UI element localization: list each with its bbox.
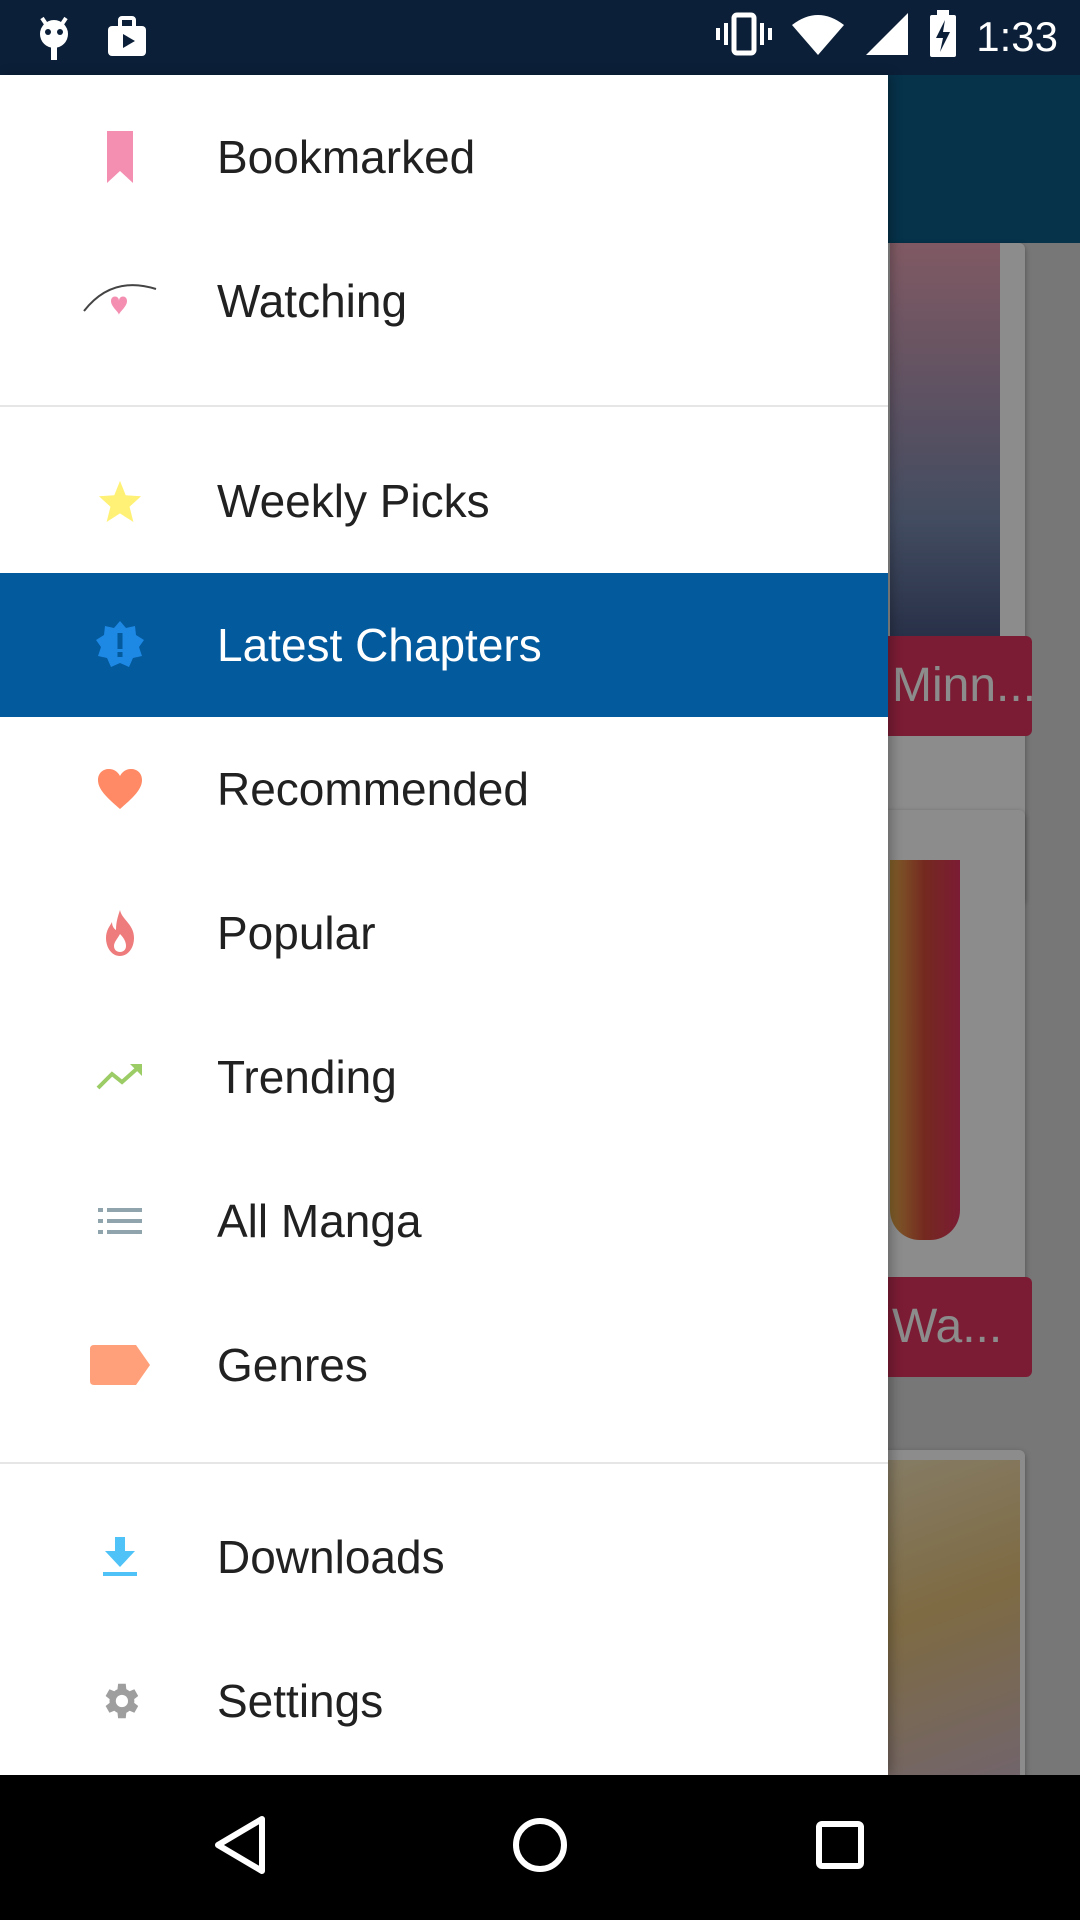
drawer-item-label: All Manga <box>217 1195 422 1247</box>
recents-button[interactable] <box>800 1807 880 1887</box>
drawer-divider <box>0 405 888 407</box>
system-navigation-bar <box>0 1775 1080 1920</box>
drawer-item-label: Bookmarked <box>217 131 476 183</box>
back-icon <box>212 1815 268 1880</box>
status-time: 1:33 <box>976 12 1058 60</box>
media-icon <box>104 14 150 65</box>
fire-icon <box>80 893 160 973</box>
wifi-icon <box>790 11 846 62</box>
drawer-item-bookmarked[interactable]: Bookmarked <box>0 85 888 229</box>
drawer-item-watching[interactable]: Watching <box>0 229 888 373</box>
drawer-item-label: Latest Chapters <box>217 619 542 671</box>
bookmark-icon <box>80 117 160 197</box>
download-icon <box>80 1517 160 1597</box>
status-bar: 1:33 <box>0 0 1080 75</box>
android-debug-icon <box>34 14 74 65</box>
watching-eye-heart-icon <box>80 261 160 341</box>
navigation-drawer: Bookmarked Watching Weekly Picks Latest … <box>0 75 888 1775</box>
drawer-item-label: Settings <box>217 1675 384 1727</box>
trending-up-icon <box>80 1037 160 1117</box>
drawer-item-trending[interactable]: Trending <box>0 1005 888 1149</box>
drawer-item-genres[interactable]: Genres <box>0 1293 888 1437</box>
drawer-item-label: Recommended <box>217 763 529 815</box>
drawer-item-weekly-picks[interactable]: Weekly Picks <box>0 429 888 573</box>
back-button[interactable] <box>200 1807 280 1887</box>
drawer-item-label: Genres <box>217 1339 368 1391</box>
battery-charging-icon <box>928 10 958 63</box>
home-button[interactable] <box>500 1807 580 1887</box>
drawer-divider <box>0 1462 888 1464</box>
heart-icon <box>80 749 160 829</box>
signal-icon <box>864 11 910 62</box>
drawer-item-label: Weekly Picks <box>217 475 490 527</box>
drawer-item-all-manga[interactable]: All Manga <box>0 1149 888 1293</box>
drawer-item-label: Popular <box>217 907 376 959</box>
drawer-item-label: Watching <box>217 275 408 327</box>
drawer-item-popular[interactable]: Popular <box>0 861 888 1005</box>
drawer-item-downloads[interactable]: Downloads <box>0 1485 888 1629</box>
gear-icon <box>80 1661 160 1741</box>
drawer-item-latest-chapters[interactable]: Latest Chapters <box>0 573 888 717</box>
drawer-item-label: Downloads <box>217 1531 445 1583</box>
star-icon <box>80 461 160 541</box>
home-icon <box>512 1817 568 1878</box>
drawer-item-recommended[interactable]: Recommended <box>0 717 888 861</box>
new-badge-icon <box>80 605 160 685</box>
drawer-item-label: Trending <box>217 1051 397 1103</box>
vibrate-icon <box>716 11 773 62</box>
drawer-item-settings[interactable]: Settings <box>0 1629 888 1773</box>
recents-icon <box>815 1820 865 1875</box>
list-icon <box>80 1181 160 1261</box>
label-tag-icon <box>80 1325 160 1405</box>
